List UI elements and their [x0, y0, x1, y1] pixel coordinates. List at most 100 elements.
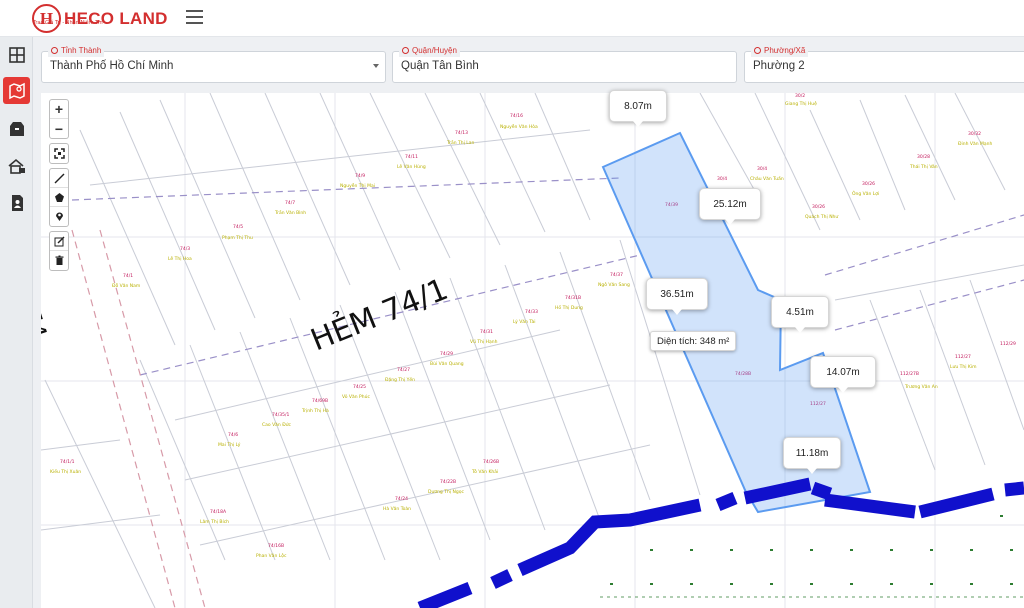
svg-text:Lê Văn Hùng: Lê Văn Hùng — [397, 163, 426, 170]
sidebar-item-map[interactable] — [3, 77, 30, 104]
logo-mark-icon — [32, 4, 61, 33]
draw-polygon-button[interactable] — [50, 188, 68, 207]
province-select[interactable]: Tỉnh Thành Thành Phố Hồ Chí Minh — [41, 45, 386, 83]
draw-polygon-icon — [54, 192, 64, 202]
svg-text:Đặng Thị Yến: Đặng Thị Yến — [385, 376, 415, 383]
svg-text:Vũ Thị Hạnh: Vũ Thị Hạnh — [470, 339, 498, 345]
svg-text:Cao Văn Đức: Cao Văn Đức — [262, 421, 292, 428]
svg-text:74/3: 74/3 — [180, 246, 190, 252]
svg-text:112/29: 112/29 — [1000, 341, 1016, 347]
fullscreen-icon — [53, 148, 65, 159]
marker-button[interactable] — [50, 207, 68, 226]
svg-text:74/27: 74/27 — [397, 367, 410, 373]
svg-text:Lý Văn Tài: Lý Văn Tài — [513, 318, 536, 325]
svg-text:74/25: 74/25 — [353, 384, 366, 390]
ward-label: Phường/Xã — [751, 45, 809, 57]
measurement-top: 8.07m — [609, 90, 667, 127]
edit-button[interactable] — [50, 232, 68, 251]
svg-text:74/37: 74/37 — [610, 272, 623, 278]
svg-text:74/9: 74/9 — [355, 173, 365, 179]
svg-text:Nguyễn Văn Hòa: Nguyễn Văn Hòa — [500, 123, 538, 130]
svg-text:112/27: 112/27 — [955, 354, 971, 360]
chevron-down-icon — [373, 64, 379, 68]
svg-text:Ngô Văn Sang: Ngô Văn Sang — [598, 281, 630, 288]
svg-text:74/69B: 74/69B — [312, 398, 328, 404]
top-bar: HECO LAND Trao Giá Trị - Nhận Niềm Tin — [0, 0, 1024, 37]
svg-text:Lâm Thị Bích: Lâm Thị Bích — [200, 518, 229, 525]
sidebar-item-document[interactable] — [3, 189, 30, 216]
svg-text:Lê Thị Hoa: Lê Thị Hoa — [168, 255, 192, 262]
cadastral-map[interactable]: 74/16 74/13 74/11 74/9 74/7 74/5 74/3 74… — [41, 93, 1024, 608]
svg-text:Quách Thị Như: Quách Thị Như — [805, 213, 839, 220]
svg-text:74/29: 74/29 — [440, 351, 453, 357]
svg-text:Lưu Thị Kim: Lưu Thị Kim — [950, 364, 977, 370]
parcel-boundaries — [41, 93, 1024, 608]
sidebar-item-box[interactable] — [3, 115, 30, 142]
ward-select[interactable]: Phường/Xã Phường 2 — [744, 45, 1024, 83]
svg-text:74/18A: 74/18A — [210, 509, 227, 515]
trash-icon — [55, 255, 63, 265]
province-value: Thành Phố Hồ Chí Minh — [50, 60, 174, 72]
svg-text:Trịnh Thị Hà: Trịnh Thị Hà — [301, 407, 329, 414]
district-label: Quận/Huyện — [399, 45, 460, 57]
zoom-in-button[interactable]: + — [50, 100, 68, 119]
delete-button[interactable] — [50, 251, 68, 270]
draw-line-button[interactable] — [50, 169, 68, 188]
svg-text:Giang Thị Huệ: Giang Thị Huệ — [785, 100, 817, 107]
map-canvas[interactable]: 74/16 74/13 74/11 74/9 74/7 74/5 74/3 74… — [41, 93, 1024, 608]
svg-text:30/28: 30/28 — [917, 154, 930, 160]
svg-text:112/27B: 112/27B — [900, 371, 919, 377]
ward-value: Phường 2 — [753, 60, 805, 72]
svg-text:74/1/1: 74/1/1 — [60, 459, 75, 465]
main-road — [417, 477, 1024, 608]
svg-text:Hà Văn Toàn: Hà Văn Toàn — [383, 505, 411, 512]
svg-text:74/16B: 74/16B — [268, 543, 284, 549]
svg-text:74/31: 74/31 — [480, 329, 493, 335]
svg-text:74/6: 74/6 — [228, 432, 238, 438]
svg-text:30/32: 30/32 — [968, 131, 981, 137]
sidebar-item-house[interactable] — [3, 152, 30, 179]
hamburger-menu-icon[interactable] — [186, 10, 203, 24]
svg-text:Mai Thị Lý: Mai Thị Lý — [218, 441, 241, 448]
svg-text:Phan Văn Lộc: Phan Văn Lộc — [256, 552, 287, 559]
sidebar — [0, 37, 33, 608]
svg-text:Võ Văn Phúc: Võ Văn Phúc — [342, 393, 370, 400]
heco-land-logo[interactable]: HECO LAND — [32, 4, 168, 33]
svg-text:74/5: 74/5 — [233, 224, 243, 230]
draw-line-icon — [54, 173, 64, 183]
map-toolbar: + − — [49, 99, 69, 275]
zoom-out-button[interactable]: − — [50, 119, 68, 138]
svg-text:Kiều Thị Xuân: Kiều Thị Xuân — [50, 467, 81, 475]
svg-text:Ông Văn Lợi: Ông Văn Lợi — [852, 190, 879, 197]
alley-outline — [71, 177, 1024, 376]
svg-text:Trần Thị Lan: Trần Thị Lan — [446, 138, 475, 146]
svg-text:74/24: 74/24 — [395, 496, 408, 502]
svg-text:74/33: 74/33 — [525, 309, 538, 315]
svg-text:74/26B: 74/26B — [483, 459, 499, 465]
svg-text:Đinh Văn Mạnh: Đinh Văn Mạnh — [958, 141, 992, 147]
svg-text:Thái Thị Vân: Thái Thị Vân — [909, 163, 938, 170]
marker-icon — [55, 212, 63, 221]
logo-tagline: Trao Giá Trị - Nhận Niềm Tin — [33, 20, 103, 26]
svg-text:30/4: 30/4 — [717, 176, 727, 182]
svg-text:74/22B: 74/22B — [440, 479, 456, 485]
measurement-notch: 4.51m — [771, 296, 829, 333]
svg-text:Nguyễn Thị Mai: Nguyễn Thị Mai — [340, 182, 375, 189]
district-value: Quận Tân Bình — [401, 60, 479, 72]
house-icon — [7, 158, 25, 174]
grid-icon — [8, 46, 25, 63]
area-label: Diện tích: 348 m² — [650, 331, 737, 351]
svg-text:Châu Văn Tuấn: Châu Văn Tuấn — [750, 175, 784, 182]
district-select[interactable]: Quận/Huyện Quận Tân Bình — [392, 45, 737, 83]
sidebar-item-grid[interactable] — [3, 41, 30, 68]
svg-text:30/26: 30/26 — [812, 204, 825, 210]
measurement-bottom: 11.18m — [783, 437, 841, 474]
svg-text:Đỗ Văn Nam: Đỗ Văn Nam — [112, 282, 140, 289]
svg-text:Trương Văn An: Trương Văn An — [904, 384, 938, 390]
fullscreen-button[interactable] — [50, 144, 68, 163]
svg-text:Dương Thị Ngọc: Dương Thị Ngọc — [428, 489, 464, 495]
svg-text:74/11: 74/11 — [405, 154, 418, 160]
edit-icon — [54, 236, 64, 246]
svg-text:74/16: 74/16 — [510, 113, 523, 119]
svg-text:74/35/1: 74/35/1 — [272, 412, 289, 418]
